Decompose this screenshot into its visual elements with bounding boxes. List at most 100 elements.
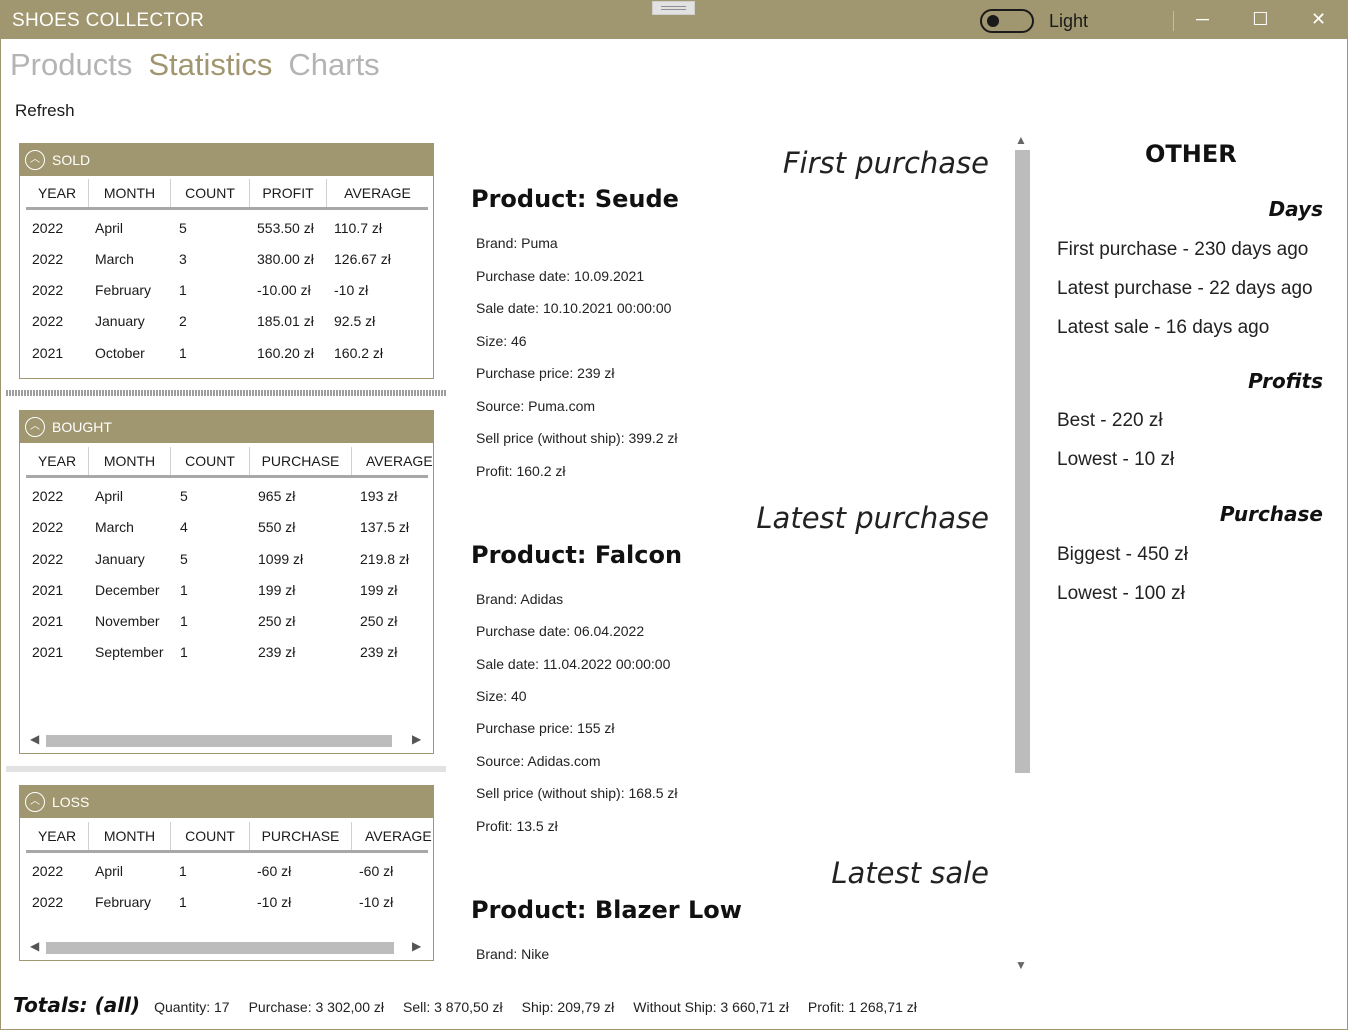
cell-count: 5 bbox=[180, 488, 188, 504]
horizontal-scrollbar[interactable]: ◀ ▶ bbox=[30, 939, 422, 955]
cell-purchase: 550 zł bbox=[258, 519, 296, 535]
panel-splitter[interactable] bbox=[6, 390, 446, 396]
cell-purchase: 1099 zł bbox=[258, 551, 304, 567]
scroll-left-icon[interactable]: ◀ bbox=[30, 939, 39, 953]
cell-average: 160.2 zł bbox=[334, 345, 384, 361]
column-header-count[interactable]: COUNT bbox=[171, 822, 250, 850]
tab-products[interactable]: Products bbox=[10, 47, 132, 83]
collapse-chevron-icon[interactable]: ︿ bbox=[25, 417, 45, 437]
table-row[interactable]: 2022 April 5 965 zł 193 zł bbox=[26, 481, 426, 512]
column-header-average[interactable]: AVERAGE bbox=[352, 447, 433, 475]
column-header-month[interactable]: MONTH bbox=[89, 822, 171, 850]
scroll-right-icon[interactable]: ▶ bbox=[412, 732, 421, 746]
cell-month: April bbox=[95, 863, 124, 879]
column-header-purchase[interactable]: PURCHASE bbox=[250, 822, 352, 850]
profits-heading: Profits bbox=[1248, 369, 1323, 393]
cell-profit: 160.20 zł bbox=[257, 345, 314, 361]
stat-first-purchase-days: First purchase - 230 days ago bbox=[1057, 239, 1309, 260]
detail-purchase-date: Purchase date: 10.09.2021 bbox=[476, 268, 645, 284]
minimize-button[interactable]: ─ bbox=[1174, 0, 1231, 39]
collapse-chevron-icon[interactable]: ︿ bbox=[25, 150, 45, 170]
column-header-purchase[interactable]: PURCHASE bbox=[250, 447, 352, 475]
details-scroll-area[interactable]: First purchase Product: Seude Brand: Pum… bbox=[456, 140, 1016, 970]
table-row[interactable]: 2021 October 1 160.20 zł 160.2 zł bbox=[26, 338, 426, 369]
cell-count: 1 bbox=[180, 613, 188, 629]
scroll-up-icon[interactable]: ▲ bbox=[1015, 133, 1027, 147]
detail-profit: Profit: 160.2 zł bbox=[476, 463, 566, 479]
column-header-month[interactable]: MONTH bbox=[89, 179, 171, 207]
table-row[interactable]: 2022 January 5 1099 zł 219.8 zł bbox=[26, 544, 426, 575]
tab-statistics[interactable]: Statistics bbox=[148, 47, 272, 83]
bought-column-headers: YEAR MONTH COUNT PURCHASE AVERAGE bbox=[26, 447, 433, 478]
maximize-button[interactable]: ☐ bbox=[1232, 0, 1289, 39]
sold-header[interactable]: ︿ SOLD bbox=[20, 144, 433, 176]
column-header-month[interactable]: MONTH bbox=[89, 447, 171, 475]
tab-charts[interactable]: Charts bbox=[288, 47, 379, 83]
bought-header[interactable]: ︿ BOUGHT bbox=[20, 411, 433, 443]
cell-count: 3 bbox=[179, 251, 187, 267]
loss-header[interactable]: ︿ LOSS bbox=[20, 786, 433, 818]
detail-source: Source: Adidas.com bbox=[476, 753, 601, 769]
cell-count: 5 bbox=[180, 551, 188, 567]
table-row[interactable]: 2022 March 3 380.00 zł 126.67 zł bbox=[26, 244, 426, 275]
theme-toggle[interactable] bbox=[980, 9, 1034, 33]
cell-average: 219.8 zł bbox=[360, 551, 410, 567]
table-row[interactable]: 2021 September 1 239 zł 239 zł bbox=[26, 637, 426, 668]
table-row[interactable]: 2021 December 1 199 zł 199 zł bbox=[26, 575, 426, 606]
collapse-chevron-icon[interactable]: ︿ bbox=[25, 792, 45, 812]
table-row[interactable]: 2022 February 1 -10 zł -10 zł bbox=[26, 887, 426, 918]
scrollbar-thumb[interactable] bbox=[46, 735, 392, 747]
table-row[interactable]: 2022 January 2 185.01 zł 92.5 zł bbox=[26, 306, 426, 337]
vertical-scrollbar-thumb[interactable] bbox=[1015, 150, 1030, 773]
detail-brand: Brand: Nike bbox=[476, 946, 550, 962]
cell-count: 1 bbox=[179, 345, 187, 361]
totals-sell: Sell: 3 870,50 zł bbox=[403, 999, 503, 1015]
scroll-right-icon[interactable]: ▶ bbox=[412, 939, 421, 953]
sold-panel: ︿ SOLD YEAR MONTH COUNT PROFIT AVERAGE 2… bbox=[19, 143, 434, 379]
cell-year: 2022 bbox=[32, 519, 64, 535]
scrollbar-thumb[interactable] bbox=[46, 942, 394, 954]
detail-sale-date: Sale date: 11.04.2022 00:00:00 bbox=[476, 656, 671, 672]
table-row[interactable]: 2021 November 1 250 zł 250 zł bbox=[26, 606, 426, 637]
column-header-year[interactable]: YEAR bbox=[26, 447, 89, 475]
drag-handle-icon[interactable] bbox=[652, 1, 695, 15]
refresh-button[interactable]: Refresh bbox=[15, 101, 75, 121]
column-header-count[interactable]: COUNT bbox=[171, 179, 250, 207]
column-header-count[interactable]: COUNT bbox=[171, 447, 250, 475]
detail-size: Size: 40 bbox=[476, 688, 527, 704]
latest-purchase-heading: Latest purchase bbox=[756, 501, 989, 535]
table-row[interactable]: 2022 February 1 -10.00 zł -10 zł bbox=[26, 275, 426, 306]
detail-purchase-price: Purchase price: 155 zł bbox=[476, 720, 615, 736]
close-icon: ✕ bbox=[1310, 9, 1327, 29]
close-button[interactable]: ✕ bbox=[1290, 0, 1347, 39]
cell-average: -60 zł bbox=[359, 863, 394, 879]
cell-average: 193 zł bbox=[360, 488, 398, 504]
cell-month: January bbox=[95, 551, 145, 567]
column-header-year[interactable]: YEAR bbox=[26, 179, 89, 207]
stat-latest-sale-days: Latest sale - 16 days ago bbox=[1057, 317, 1270, 338]
cell-year: 2022 bbox=[32, 488, 64, 504]
cell-year: 2022 bbox=[32, 220, 64, 236]
maximize-icon: ☐ bbox=[1252, 9, 1269, 29]
table-row[interactable]: 2022 April 5 553.50 zł 110.7 zł bbox=[26, 213, 426, 244]
cell-year: 2021 bbox=[32, 345, 64, 361]
cell-profit: -10.00 zł bbox=[257, 282, 311, 298]
scroll-left-icon[interactable]: ◀ bbox=[30, 732, 39, 746]
table-row[interactable]: 2022 March 4 550 zł 137.5 zł bbox=[26, 512, 426, 543]
horizontal-scrollbar[interactable]: ◀ ▶ bbox=[30, 732, 422, 748]
scroll-down-icon[interactable]: ▼ bbox=[1015, 958, 1027, 972]
cell-average: 110.7 zł bbox=[334, 220, 382, 236]
bought-title: BOUGHT bbox=[52, 419, 112, 435]
cell-year: 2022 bbox=[32, 251, 64, 267]
detail-purchase-date: Purchase date: 06.04.2022 bbox=[476, 623, 645, 639]
table-row[interactable]: 2022 April 1 -60 zł -60 zł bbox=[26, 856, 426, 887]
column-header-average[interactable]: AVERAGE bbox=[327, 179, 428, 207]
column-header-profit[interactable]: PROFIT bbox=[250, 179, 327, 207]
cell-month: February bbox=[95, 282, 152, 298]
column-header-year[interactable]: YEAR bbox=[26, 822, 89, 850]
panel-splitter[interactable] bbox=[6, 766, 446, 772]
cell-month: April bbox=[95, 488, 124, 504]
column-header-average[interactable]: AVERAGE bbox=[352, 822, 432, 850]
totals-purchase: Purchase: 3 302,00 zł bbox=[248, 999, 384, 1015]
cell-month: December bbox=[95, 582, 160, 598]
